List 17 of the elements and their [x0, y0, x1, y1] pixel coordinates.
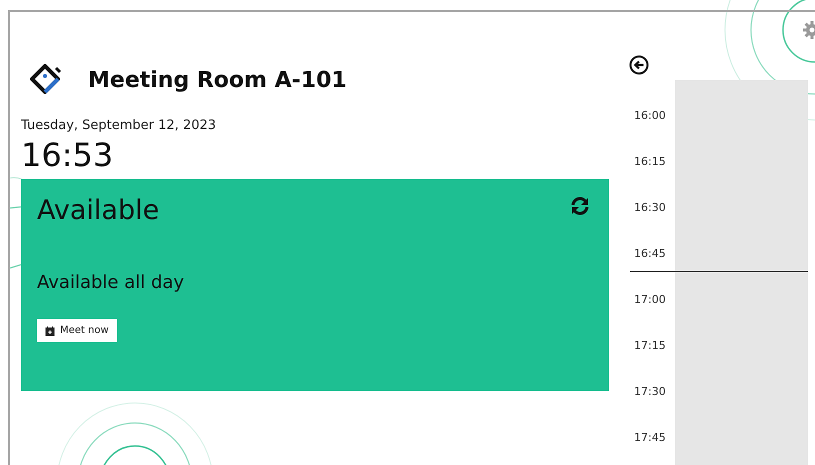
time-slot-label: 16:30	[633, 200, 667, 216]
date-label: Tuesday, September 12, 2023	[21, 118, 218, 133]
calendar-icon	[45, 326, 55, 336]
time-slot-label: 16:15	[633, 154, 667, 170]
status-title: Available	[37, 195, 160, 226]
back-icon[interactable]	[629, 55, 649, 75]
time-slot-label: 17:45	[633, 430, 667, 446]
time-slot-label: 17:00	[633, 292, 667, 308]
time-slot-label: 16:45	[633, 246, 667, 262]
time-slot-label: 16:00	[633, 108, 667, 124]
time-slot-label: 17:30	[633, 384, 667, 400]
room-title: Meeting Room A-101	[88, 68, 347, 92]
refresh-icon[interactable]	[569, 195, 591, 217]
status-message: Available all day	[37, 272, 186, 293]
clock-time: 16:53	[21, 137, 114, 173]
meet-now-button[interactable]: Meet now	[37, 319, 117, 342]
time-slot-label: 17:15	[633, 338, 667, 354]
